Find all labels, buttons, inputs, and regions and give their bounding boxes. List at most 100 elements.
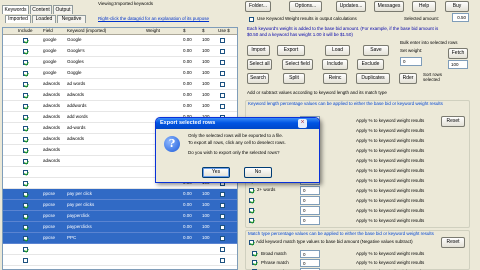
cell-v2[interactable]: 100	[202, 79, 210, 89]
use-checkbox[interactable]	[220, 213, 225, 219]
cell-field[interactable]: ppcse	[43, 200, 55, 210]
col-keyword[interactable]: Keyword (imported)	[67, 28, 106, 34]
table-row[interactable]: adwords addwords 0.00 100	[3, 101, 237, 112]
use-checkbox[interactable]	[220, 81, 225, 87]
length-checkbox[interactable]	[249, 188, 254, 193]
table-row[interactable]: ppcse payperclick 0.00 100	[3, 211, 237, 222]
table-row[interactable]: google Google 0.00 100	[3, 35, 237, 46]
cell-keyword[interactable]: Goggle	[67, 68, 82, 78]
match-reset-button[interactable]: Reset	[441, 237, 465, 248]
cell-v1[interactable]: 0.00	[183, 35, 192, 45]
cell-field[interactable]: ppcse	[43, 233, 55, 243]
include-checkbox[interactable]	[23, 81, 28, 87]
tab-keywords[interactable]: Keywords	[2, 5, 29, 14]
col-d2[interactable]: $	[202, 28, 205, 34]
help-button[interactable]: Help	[412, 1, 436, 12]
cell-v1[interactable]: 0.00	[183, 68, 192, 78]
import-button[interactable]: Import	[247, 45, 270, 56]
match-type-checkbox[interactable]	[252, 260, 257, 265]
options-button[interactable]: Options...	[289, 1, 322, 12]
exclude-button[interactable]: Exclude	[357, 59, 384, 70]
use-checkbox[interactable]	[220, 48, 225, 54]
cell-keyword[interactable]: Google's	[67, 46, 85, 56]
cell-field[interactable]: adwords	[43, 145, 60, 155]
include-checkbox[interactable]	[23, 202, 28, 208]
rder-button[interactable]: Rder	[399, 73, 417, 84]
include-checkbox[interactable]	[23, 235, 28, 241]
cell-v2[interactable]: 100	[202, 90, 210, 100]
cell-field[interactable]: google	[43, 46, 57, 56]
selected-amount-input[interactable]: 0.50	[452, 13, 469, 22]
cell-field[interactable]: ppcse	[43, 189, 55, 199]
reinc-button[interactable]: Reinc	[323, 73, 347, 84]
dialog-close-icon[interactable]: ×	[298, 119, 307, 128]
length-checkbox[interactable]	[249, 198, 254, 203]
include-checkbox[interactable]	[23, 213, 28, 219]
cell-v1[interactable]: 0.00	[183, 233, 192, 243]
cell-keyword[interactable]: pay per click	[67, 189, 92, 199]
cell-keyword[interactable]: payperclicks	[67, 222, 92, 232]
export-button[interactable]: Export	[277, 45, 305, 56]
length-value-input[interactable]: 0	[300, 216, 320, 225]
use-weight-checkbox[interactable]	[249, 17, 254, 22]
cell-keyword[interactable]: Googles	[67, 57, 84, 67]
include-checkbox[interactable]	[23, 158, 28, 164]
fetch-button[interactable]: Fetch	[448, 48, 468, 59]
cell-field[interactable]: adwords	[43, 101, 60, 111]
tab-negative[interactable]: Negative	[57, 15, 86, 23]
cell-v1[interactable]: 0.00	[183, 90, 192, 100]
cell-keyword[interactable]: adwords	[67, 134, 84, 144]
cell-keyword[interactable]: adwords	[67, 90, 84, 100]
length-value-input[interactable]: 0	[300, 186, 320, 195]
tab-imported[interactable]: Imported	[5, 15, 31, 23]
include-checkbox[interactable]	[23, 59, 28, 65]
use-checkbox[interactable]	[220, 224, 225, 230]
cell-v2[interactable]: 100	[202, 68, 210, 78]
length-value-input[interactable]: 0	[300, 196, 320, 205]
include-checkbox[interactable]	[23, 180, 28, 186]
table-row[interactable]: ppcse payperclicks 0.00 100	[3, 222, 237, 233]
tab-content[interactable]: Content	[30, 5, 52, 14]
cell-v2[interactable]: 100	[202, 46, 210, 56]
include-checkbox[interactable]	[23, 114, 28, 120]
include-checkbox[interactable]	[23, 191, 28, 197]
length-checkbox[interactable]	[249, 208, 254, 213]
include-checkbox[interactable]	[23, 136, 28, 142]
cell-v1[interactable]: 0.00	[183, 57, 192, 67]
yes-button[interactable]: Yes	[202, 167, 230, 178]
cell-field[interactable]: adwords	[43, 112, 60, 122]
use-checkbox[interactable]	[220, 37, 225, 43]
use-checkbox[interactable]	[220, 257, 225, 263]
cell-v1[interactable]: 0.00	[183, 222, 192, 232]
duplicates-button[interactable]: Duplicates	[356, 73, 390, 84]
cell-v2[interactable]: 100	[202, 211, 210, 221]
cell-v1[interactable]: 0.00	[183, 189, 192, 199]
table-row[interactable]	[3, 255, 237, 266]
include-checkbox[interactable]	[23, 37, 28, 43]
no-button[interactable]: No	[244, 167, 272, 178]
cell-field[interactable]: google	[43, 68, 57, 78]
messages-button[interactable]: Messages	[374, 1, 404, 12]
tab-loaded[interactable]: Loaded	[32, 15, 56, 23]
include-checkbox[interactable]	[23, 147, 28, 153]
length-value-input[interactable]: 0	[300, 206, 320, 215]
search-button[interactable]: Search	[247, 73, 269, 84]
cell-keyword[interactable]: Google	[67, 35, 82, 45]
col-d1[interactable]: $	[183, 28, 186, 34]
cell-field[interactable]: ppcse	[43, 222, 55, 232]
cell-keyword[interactable]: addwords	[67, 101, 87, 111]
col-field[interactable]: Field	[43, 28, 53, 34]
cell-v1[interactable]: 0.00	[183, 200, 192, 210]
cell-keyword[interactable]: ad words	[67, 79, 85, 89]
table-row[interactable]: adwords ad words 0.00 100	[3, 79, 237, 90]
cell-v2[interactable]: 100	[202, 57, 210, 67]
cell-v2[interactable]: 100	[202, 101, 210, 111]
include-checkbox[interactable]	[23, 103, 28, 109]
table-row[interactable]: google Google's 0.00 100	[3, 46, 237, 57]
cell-field[interactable]: adwords	[43, 90, 60, 100]
cell-field[interactable]: adwords	[43, 79, 60, 89]
use-checkbox[interactable]	[220, 246, 225, 252]
col-weight[interactable]: Weight	[146, 28, 160, 34]
table-row[interactable]: ppcse pay per clicks 0.00 100	[3, 200, 237, 211]
use-checkbox[interactable]	[220, 103, 225, 109]
